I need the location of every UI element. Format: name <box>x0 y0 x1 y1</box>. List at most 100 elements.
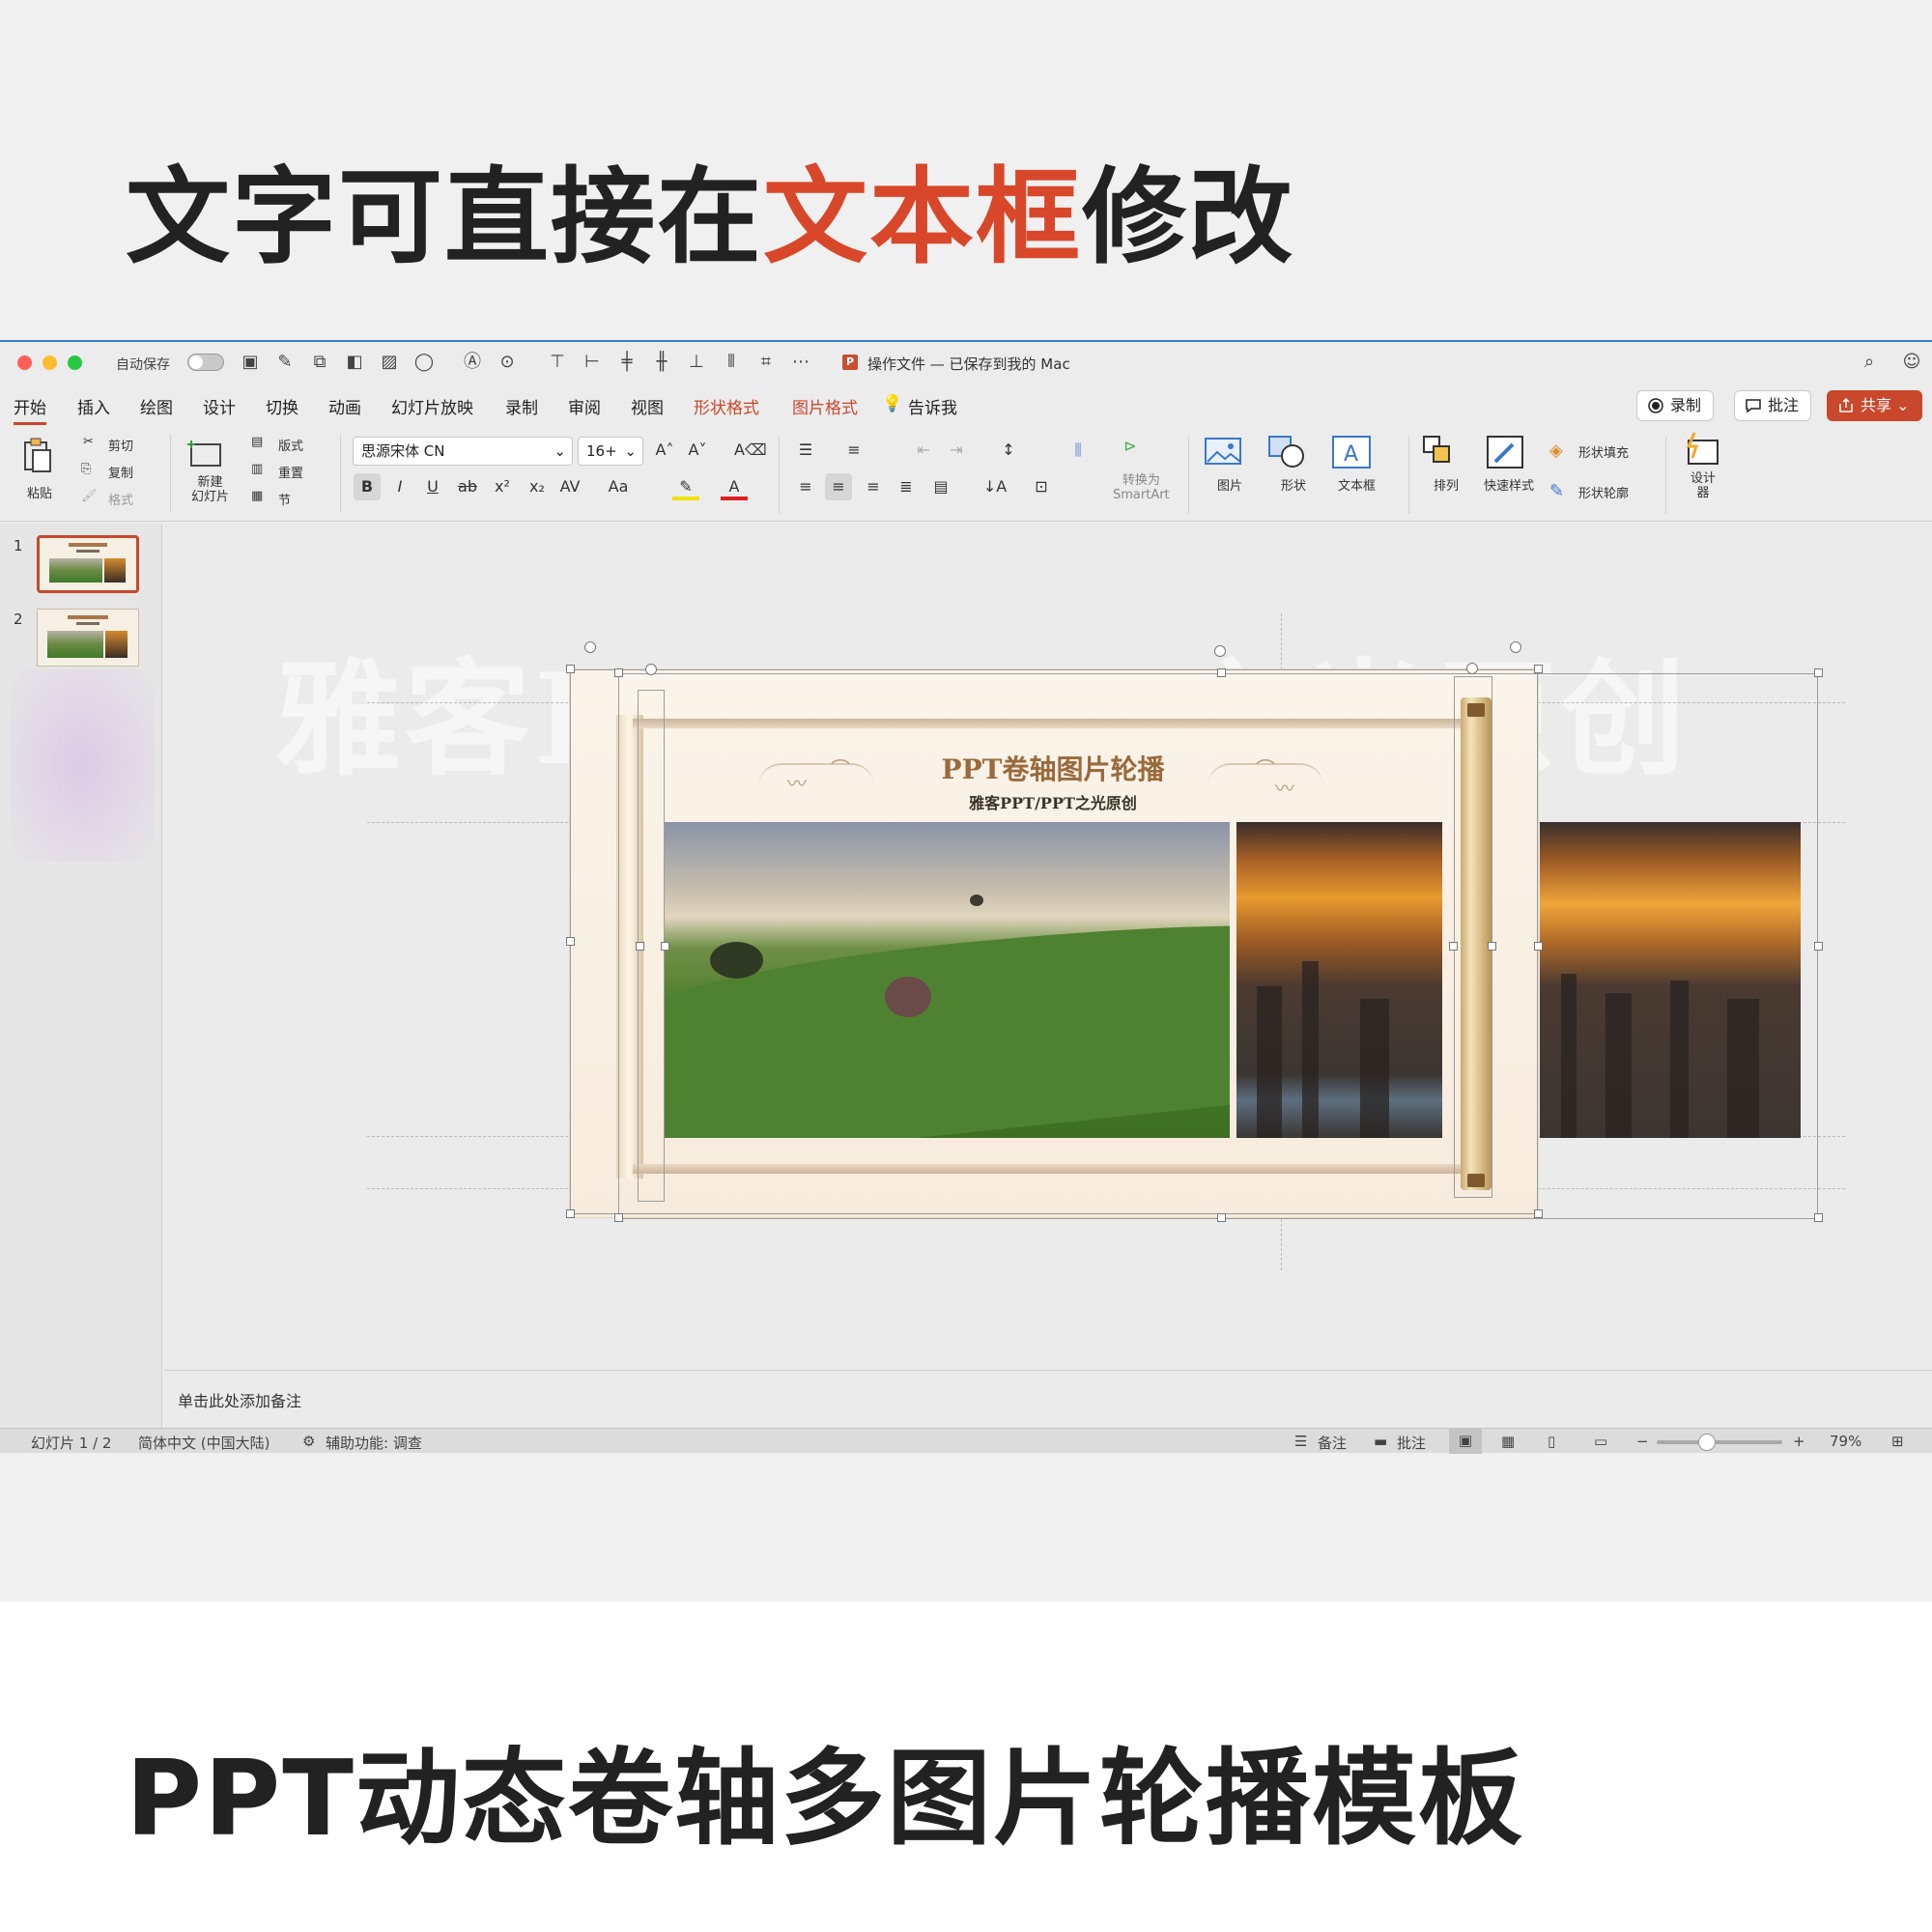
resize-handle[interactable] <box>1534 665 1543 673</box>
resize-handle[interactable] <box>566 1209 575 1218</box>
tab-review[interactable]: 审阅 <box>568 394 601 418</box>
resize-handle[interactable] <box>661 942 669 951</box>
zoom-window-button[interactable] <box>68 355 82 370</box>
tab-insert[interactable]: 插入 <box>77 394 110 418</box>
rotate-handle-icon[interactable] <box>1466 663 1478 674</box>
tab-transitions[interactable]: 切换 <box>266 394 298 418</box>
align-text-icon[interactable]: ⊡ <box>1028 473 1055 500</box>
notes-pane[interactable]: 单击此处添加备注 <box>164 1370 1932 1429</box>
shapes-icon[interactable]: ◯ <box>413 352 435 373</box>
zoom-out-icon[interactable]: − <box>1636 1433 1649 1450</box>
paste-icon[interactable] <box>19 437 58 475</box>
distribute-icon[interactable]: ⫴ <box>721 352 742 373</box>
resize-handle[interactable] <box>1217 1213 1226 1222</box>
reset-label[interactable]: 重置 <box>278 463 303 481</box>
shape-fill-icon[interactable]: ◈ <box>1549 440 1563 461</box>
tab-shape-format[interactable]: 形状格式 <box>694 394 759 418</box>
decrease-indent-icon[interactable]: ⇤ <box>910 437 937 464</box>
tab-design[interactable]: 设计 <box>203 394 236 418</box>
copy-label[interactable]: 复制 <box>108 463 133 481</box>
convert-smartart-label[interactable]: 转换为 SmartArt <box>1113 473 1170 502</box>
line-spacing-icon[interactable]: ↕ <box>995 437 1022 464</box>
insert-picture-icon[interactable]: ▨ <box>379 352 400 373</box>
rotate-handle-icon[interactable] <box>1510 641 1521 653</box>
tab-animations[interactable]: 动画 <box>328 394 361 418</box>
accessibility-status[interactable]: 辅助功能: 调查 <box>326 1433 422 1453</box>
justify-icon[interactable]: ≣ <box>893 473 920 500</box>
tab-slideshow[interactable]: 幻灯片放映 <box>391 394 473 418</box>
reading-view-icon[interactable]: ▯ <box>1548 1433 1555 1450</box>
resize-handle[interactable] <box>566 665 575 673</box>
slide-thumbnail-2[interactable] <box>37 609 139 667</box>
language-status[interactable]: 简体中文 (中国大陆) <box>138 1433 270 1453</box>
resize-handle[interactable] <box>614 1213 623 1222</box>
highlight-icon[interactable]: ✎ <box>672 473 699 500</box>
resize-handle[interactable] <box>1449 942 1458 951</box>
notes-toggle[interactable]: 备注 <box>1318 1433 1347 1453</box>
layout-label[interactable]: 版式 <box>278 436 303 454</box>
save-as-icon[interactable]: ✎ <box>274 352 296 373</box>
clear-format-icon[interactable]: A⌫ <box>734 437 767 464</box>
accessibility-icon[interactable]: ⚙ <box>302 1433 315 1450</box>
textbox-icon[interactable]: Ⓐ <box>462 352 483 373</box>
zoom-slider-handle[interactable] <box>1698 1434 1716 1451</box>
tab-view[interactable]: 视图 <box>631 394 664 418</box>
textbox-label[interactable]: 文本框 <box>1338 475 1376 494</box>
comments-toggle[interactable]: 批注 <box>1397 1433 1426 1453</box>
new-slide-icon[interactable] <box>185 437 224 469</box>
tab-draw[interactable]: 绘图 <box>140 394 173 418</box>
textbox-icon[interactable]: A <box>1331 435 1372 469</box>
format-painter-label[interactable]: 格式 <box>108 490 133 508</box>
shape-fill-label[interactable]: 形状填充 <box>1578 442 1629 461</box>
resize-handle[interactable] <box>636 942 644 951</box>
paste-label[interactable]: 粘贴 <box>27 483 52 501</box>
shape-icon[interactable] <box>1267 435 1308 469</box>
minimize-window-button[interactable] <box>43 355 57 370</box>
resize-handle[interactable] <box>566 937 575 946</box>
resize-handle[interactable] <box>1217 668 1226 677</box>
designer-label[interactable]: 设计 器 <box>1690 471 1716 500</box>
distributed-icon[interactable]: ▤ <box>927 473 954 500</box>
numbering-icon[interactable]: ≡ <box>840 437 867 464</box>
columns-icon[interactable]: ⫼ <box>1065 437 1092 464</box>
align-right-text-icon[interactable]: ≡ <box>860 473 887 500</box>
char-spacing-button[interactable]: AV <box>556 473 583 500</box>
group-icon[interactable]: ⧉ <box>309 352 330 373</box>
picture-icon[interactable] <box>1204 435 1244 468</box>
rotate-handle-icon[interactable] <box>645 664 657 675</box>
slide-thumbnail-1[interactable] <box>37 535 139 593</box>
merge-shapes-icon[interactable]: ⊙ <box>497 352 518 373</box>
tab-home[interactable]: 开始 <box>14 394 46 425</box>
zoom-level[interactable]: 79% <box>1830 1433 1861 1450</box>
comments-icon[interactable]: ▬ <box>1374 1433 1387 1450</box>
tab-record[interactable]: 录制 <box>505 394 538 418</box>
bold-button[interactable]: B <box>354 473 381 500</box>
new-slide-label[interactable]: 新建 幻灯片 <box>191 475 229 504</box>
bullets-icon[interactable]: ☰ <box>792 437 819 464</box>
resize-handle[interactable] <box>1534 1209 1543 1218</box>
more-icon[interactable]: ⋯ <box>790 352 811 373</box>
align-left-icon[interactable]: ⊢ <box>582 352 603 373</box>
section-label[interactable]: 节 <box>278 490 291 508</box>
document-title[interactable]: 操作文件 — 已保存到我的 Mac <box>867 354 1070 374</box>
italic-button[interactable]: I <box>386 473 413 500</box>
resize-handle[interactable] <box>1488 942 1496 951</box>
shape-label[interactable]: 形状 <box>1281 475 1306 494</box>
strikethrough-button[interactable]: ab <box>454 473 481 500</box>
search-icon[interactable]: ⌕ <box>1859 352 1880 373</box>
align-center-text-icon[interactable]: ≡ <box>825 473 852 500</box>
resize-handle[interactable] <box>1814 668 1823 677</box>
notes-placeholder[interactable]: 单击此处添加备注 <box>178 1388 301 1411</box>
reset-icon[interactable]: ▥ <box>251 462 263 476</box>
align-center-icon[interactable]: ╪ <box>616 352 638 373</box>
increase-font-icon[interactable]: A˄ <box>651 437 678 464</box>
designer-icon[interactable] <box>1681 431 1721 469</box>
underline-button[interactable]: U <box>419 473 446 500</box>
format-painter-icon[interactable]: 🖌 <box>81 489 98 503</box>
subscript-button[interactable]: x₂ <box>524 473 551 500</box>
rotate-handle-icon[interactable] <box>1214 645 1226 657</box>
text-direction-icon[interactable]: ↓A <box>981 473 1009 500</box>
notes-icon[interactable]: ☰ <box>1294 1433 1307 1450</box>
normal-view-icon[interactable]: ▣ <box>1449 1429 1482 1454</box>
font-color-icon[interactable]: A <box>721 473 748 500</box>
